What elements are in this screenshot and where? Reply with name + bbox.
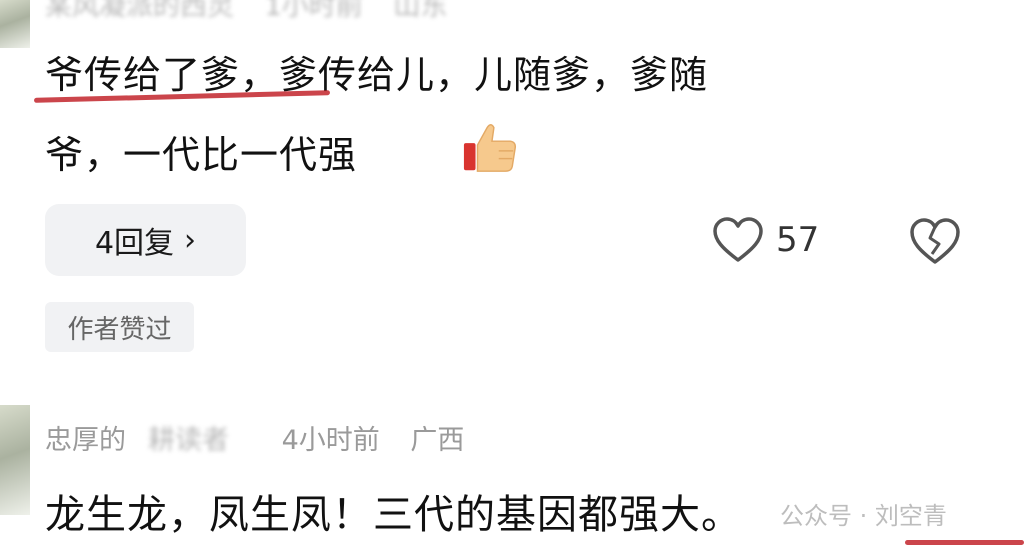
- like-count: 57: [776, 220, 820, 260]
- thumbs-up-icon: [463, 124, 517, 172]
- comment-text-line2: 爷，一代比一代强: [45, 133, 358, 177]
- red-underline: [905, 540, 1024, 545]
- comment-text: 龙生龙，凤生凤！三代的基因都强大。: [45, 492, 742, 538]
- broken-heart-icon[interactable]: [908, 214, 962, 268]
- comment-time: 4小时前: [281, 425, 380, 456]
- comment-text: 爹传给儿，儿随爹，爹随: [279, 53, 709, 97]
- highlighted-text: 爷传给了爹，: [45, 53, 280, 97]
- reply-label: 4回复: [94, 226, 175, 261]
- avatar[interactable]: [0, 0, 30, 48]
- comment-location: 广西: [410, 425, 465, 456]
- username[interactable]: 某风凝派的西灵: [45, 0, 234, 22]
- like-button[interactable]: 57: [712, 210, 819, 270]
- author-liked-badge: 作者赞过: [45, 302, 194, 352]
- heart-icon: [713, 217, 763, 262]
- comment-text-line1: 爷传给了爹，爹传给儿，儿随爹，爹随: [45, 44, 708, 99]
- watermark: 公众号 · 刘空青: [780, 502, 947, 530]
- comment-location: 山东: [393, 0, 448, 22]
- comment-time: 1小时前: [264, 0, 363, 22]
- chevron-right-icon: ›: [184, 222, 197, 258]
- comment-meta: 忠厚的 耕读者 4小时前 广西: [45, 420, 486, 462]
- comment-meta: 某风凝派的西灵 1小时前 山东: [45, 0, 469, 28]
- avatar[interactable]: [0, 405, 30, 515]
- username[interactable]: 忠厚的 耕读者: [45, 425, 251, 456]
- reply-button[interactable]: 4回复 ›: [45, 204, 246, 276]
